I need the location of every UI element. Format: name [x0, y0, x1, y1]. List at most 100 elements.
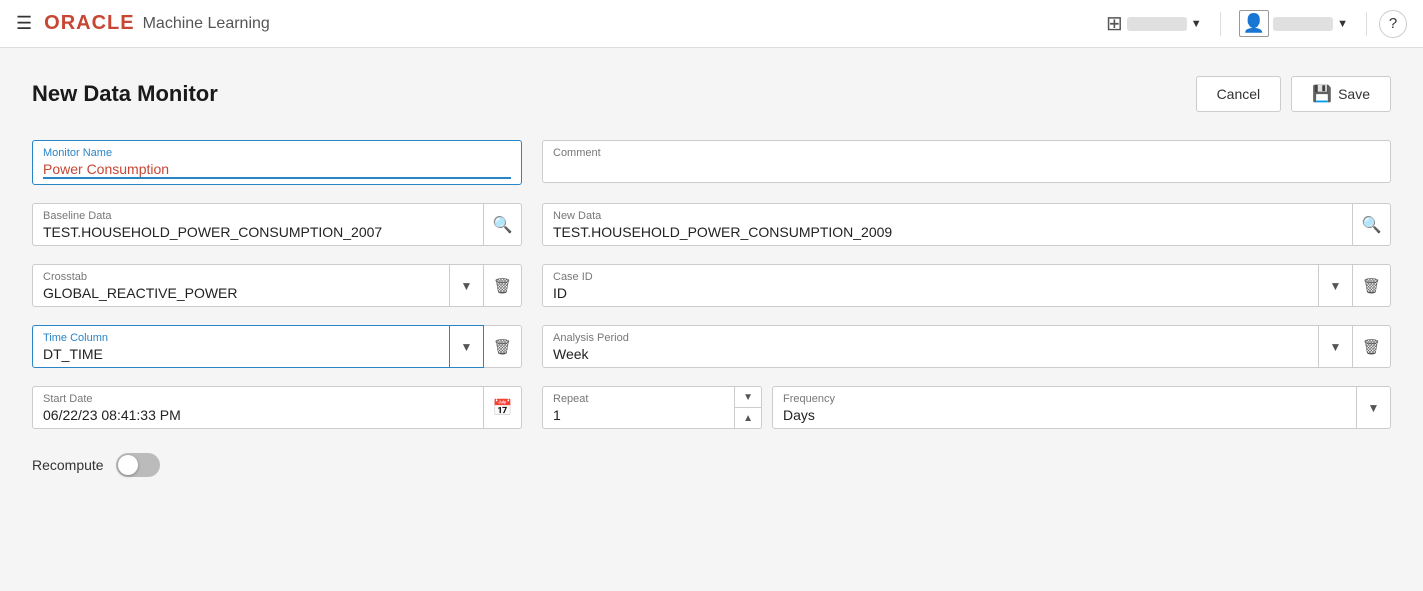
start-date-input[interactable] [43, 407, 473, 423]
baseline-data-search-button[interactable]: 🔍 [484, 203, 522, 246]
analysis-period-wrapper: Analysis Period Week [542, 325, 1319, 368]
header-left: ☰ ORACLE Machine Learning [16, 12, 270, 35]
crosstab-value: GLOBAL_REACTIVE_POWER [43, 285, 439, 301]
start-date-col: Start Date 📅 [32, 386, 522, 429]
main-content: New Data Monitor Cancel 💾 Save Monitor N… [0, 48, 1423, 505]
repeat-label: Repeat [553, 393, 724, 405]
monitor-name-group: Monitor Name [32, 140, 522, 185]
page-actions: Cancel 💾 Save [1196, 76, 1391, 112]
comment-col: Comment [542, 140, 1391, 185]
baseline-data-group: Baseline Data 🔍 [32, 203, 522, 246]
form-row-1: Monitor Name Comment [32, 140, 1391, 185]
header-right: ⊞ ▼ 👤 ▼ ? [1100, 6, 1407, 41]
new-data-wrapper: New Data [542, 203, 1353, 246]
frequency-value: Days [783, 407, 1346, 423]
analysis-period-value: Week [553, 346, 1308, 362]
case-id-delete-button[interactable]: 🗑 [1353, 264, 1391, 307]
monitor-name-wrapper[interactable]: Monitor Name [32, 140, 522, 185]
form-row-5: Start Date 📅 Repeat ▼ [32, 386, 1391, 429]
save-icon: 💾 [1312, 84, 1332, 104]
repeat-stepper: ▼ ▲ [735, 386, 762, 429]
crosstab-col: Crosstab GLOBAL_REACTIVE_POWER ▼ 🗑 [32, 264, 522, 307]
app-header: ☰ ORACLE Machine Learning ⊞ ▼ 👤 ▼ ? [0, 0, 1423, 48]
form: Monitor Name Comment Basel [32, 140, 1391, 477]
repeat-field-group: Repeat ▼ ▲ [542, 386, 762, 429]
user-name-placeholder [1273, 17, 1333, 31]
new-data-input[interactable] [553, 224, 1342, 240]
new-data-group: New Data 🔍 [542, 203, 1391, 246]
recompute-label: Recompute [32, 457, 104, 473]
case-id-col: Case ID ID ▼ 🗑 [542, 264, 1391, 307]
save-button[interactable]: 💾 Save [1291, 76, 1391, 112]
frequency-field-group: Frequency Days ▼ [772, 386, 1391, 429]
monitor-name-input[interactable] [43, 161, 511, 179]
new-data-search-button[interactable]: 🔍 [1353, 203, 1391, 246]
start-date-wrapper: Start Date [32, 386, 484, 429]
form-row-3: Crosstab GLOBAL_REACTIVE_POWER ▼ 🗑 Case … [32, 264, 1391, 307]
form-row-2: Baseline Data 🔍 New Data 🔍 [32, 203, 1391, 246]
repeat-input[interactable] [553, 407, 724, 423]
menu-icon[interactable]: ☰ [16, 13, 32, 34]
crosstab-dropdown-button[interactable]: ▼ [450, 264, 484, 307]
save-label: Save [1338, 86, 1370, 102]
start-date-group: Start Date 📅 [32, 386, 522, 429]
time-column-col: Time Column DT_TIME ▼ 🗑 [32, 325, 522, 368]
frequency-dropdown-button[interactable]: ▼ [1357, 386, 1391, 429]
crosstab-wrapper: Crosstab GLOBAL_REACTIVE_POWER [32, 264, 450, 307]
start-date-calendar-button[interactable]: 📅 [484, 386, 522, 429]
case-id-wrapper: Case ID ID [542, 264, 1319, 307]
recompute-row: Recompute [32, 453, 1391, 477]
baseline-data-col: Baseline Data 🔍 [32, 203, 522, 246]
oracle-text: ORACLE [44, 12, 134, 35]
baseline-data-label: Baseline Data [43, 210, 473, 222]
monitor-name-col: Monitor Name [32, 140, 522, 185]
cancel-button[interactable]: Cancel [1196, 76, 1282, 112]
page-title-row: New Data Monitor Cancel 💾 Save [32, 76, 1391, 112]
apps-label [1127, 17, 1187, 31]
recompute-toggle[interactable] [116, 453, 160, 477]
time-column-wrapper: Time Column DT_TIME [32, 325, 450, 368]
start-date-label: Start Date [43, 393, 473, 405]
form-row-4: Time Column DT_TIME ▼ 🗑 Analysis Period … [32, 325, 1391, 368]
ml-text: Machine Learning [143, 15, 270, 33]
comment-group: Comment [542, 140, 1391, 183]
monitor-name-label: Monitor Name [43, 147, 511, 159]
time-column-label: Time Column [43, 332, 439, 344]
baseline-data-wrapper: Baseline Data [32, 203, 484, 246]
repeat-wrapper: Repeat [542, 386, 735, 429]
crosstab-delete-button[interactable]: 🗑 [484, 264, 522, 307]
apps-button[interactable]: ⊞ ▼ [1100, 7, 1208, 40]
case-id-label: Case ID [553, 271, 1308, 283]
analysis-period-delete-button[interactable]: 🗑 [1353, 325, 1391, 368]
repeat-decrement-button[interactable]: ▼ [735, 387, 761, 407]
page-title: New Data Monitor [32, 81, 218, 107]
header-divider [1220, 12, 1221, 36]
repeat-increment-button[interactable]: ▲ [735, 408, 761, 428]
time-column-delete-button[interactable]: 🗑 [484, 325, 522, 368]
toggle-thumb [118, 455, 138, 475]
case-id-value: ID [553, 285, 1308, 301]
comment-input[interactable] [553, 161, 1380, 177]
time-column-group: Time Column DT_TIME ▼ 🗑 [32, 325, 522, 368]
repeat-frequency-group: Repeat ▼ ▲ Frequency Days [542, 386, 1391, 429]
help-button[interactable]: ? [1379, 10, 1407, 38]
baseline-data-input[interactable] [43, 224, 473, 240]
analysis-period-col: Analysis Period Week ▼ 🗑 [542, 325, 1391, 368]
analysis-period-label: Analysis Period [553, 332, 1308, 344]
frequency-label: Frequency [783, 393, 1346, 405]
time-column-dropdown-button[interactable]: ▼ [450, 325, 484, 368]
comment-wrapper[interactable]: Comment [542, 140, 1391, 183]
new-data-label: New Data [553, 210, 1342, 222]
analysis-period-group: Analysis Period Week ▼ 🗑 [542, 325, 1391, 368]
case-id-dropdown-button[interactable]: ▼ [1319, 264, 1353, 307]
new-data-col: New Data 🔍 [542, 203, 1391, 246]
header-divider-2 [1366, 12, 1367, 36]
profile-button[interactable]: 👤 ▼ [1233, 6, 1354, 41]
time-column-value: DT_TIME [43, 346, 439, 362]
oracle-logo: ORACLE Machine Learning [44, 12, 270, 35]
analysis-period-dropdown-button[interactable]: ▼ [1319, 325, 1353, 368]
comment-label: Comment [553, 147, 1380, 159]
crosstab-group: Crosstab GLOBAL_REACTIVE_POWER ▼ 🗑 [32, 264, 522, 307]
case-id-group: Case ID ID ▼ 🗑 [542, 264, 1391, 307]
frequency-wrapper: Frequency Days [772, 386, 1357, 429]
